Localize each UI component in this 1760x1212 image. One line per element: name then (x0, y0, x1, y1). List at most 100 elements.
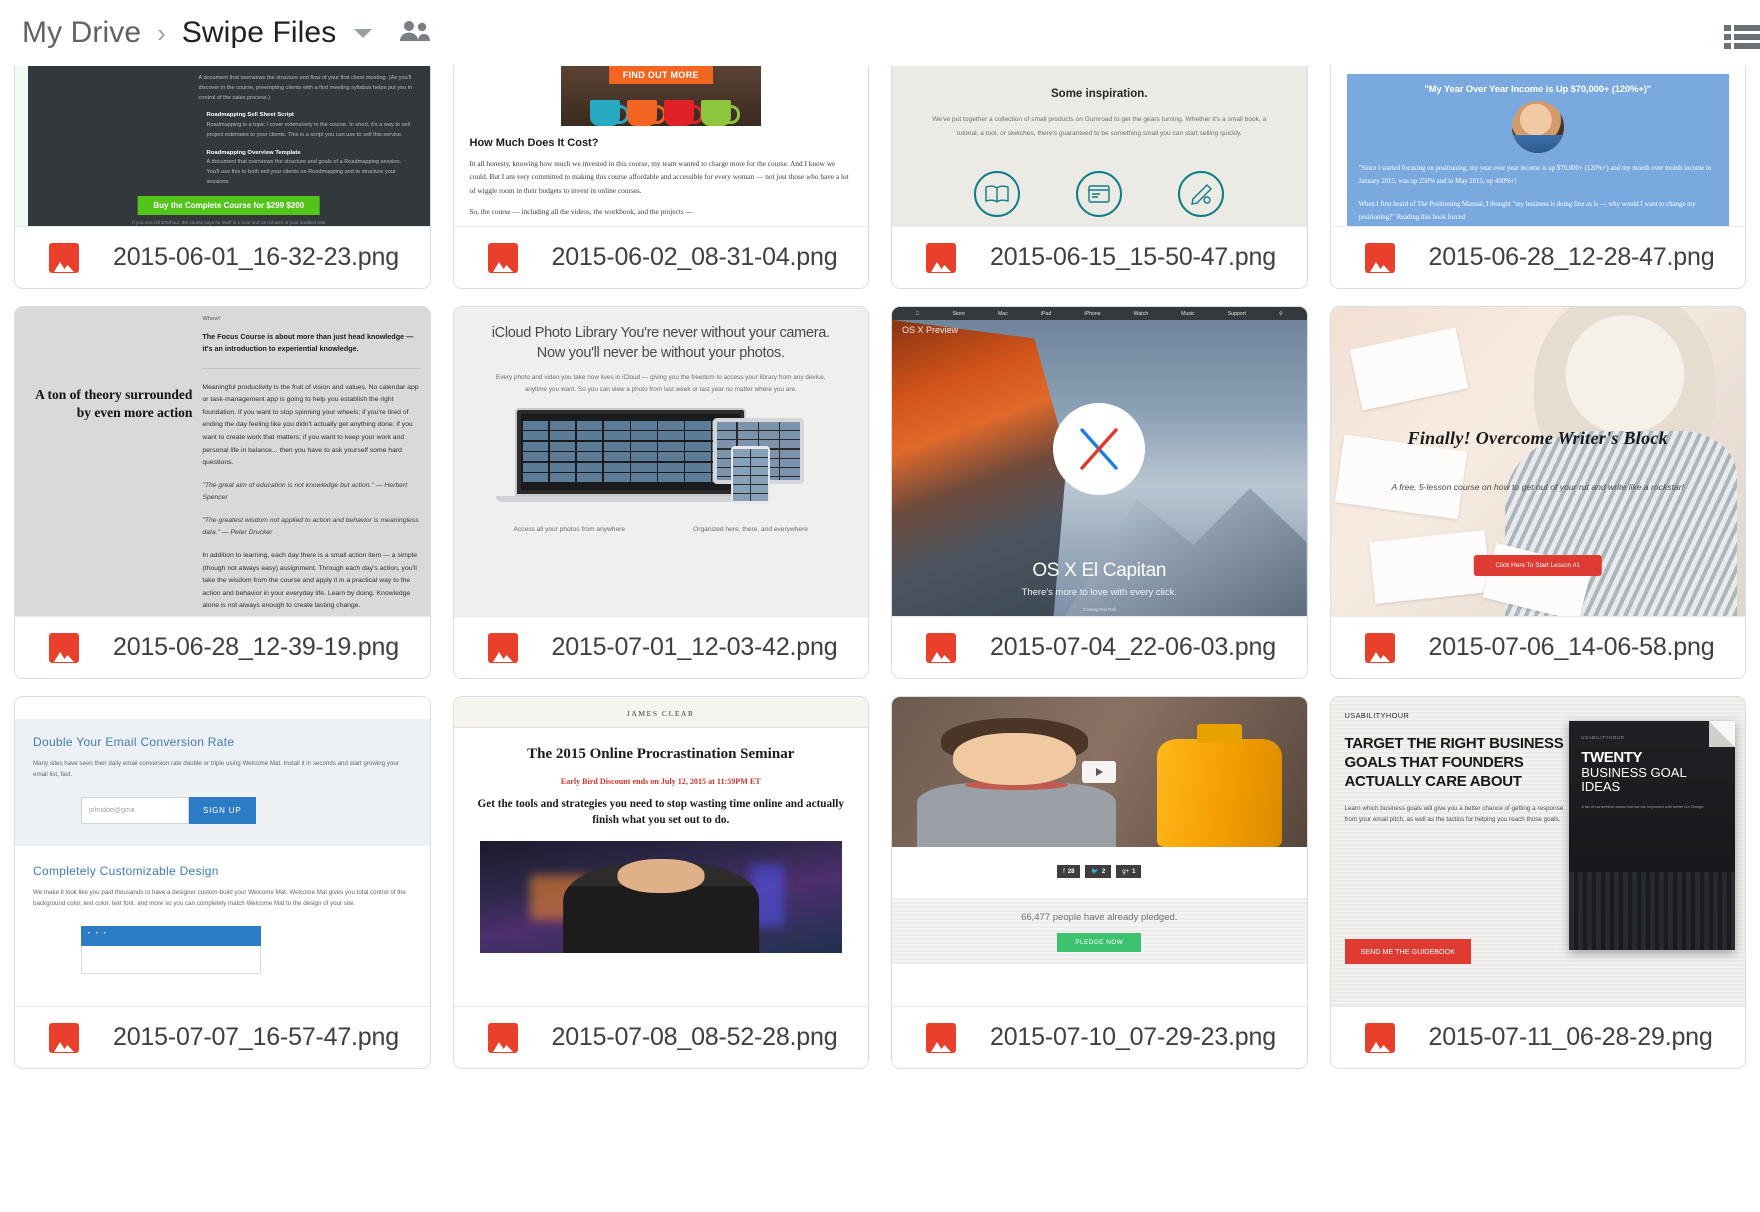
brand-name: JAMES CLEAR (627, 709, 695, 718)
send-guidebook-button: SEND ME THE GUIDEBOOK (1345, 939, 1472, 964)
file-thumbnail[interactable]: A ton of theory surrounded by even more … (15, 307, 430, 616)
avatar (1512, 101, 1564, 153)
thumb-text: Access all your photos from anywhere (514, 525, 625, 536)
start-lesson-button: Click Here To Start Lesson #1 (1474, 555, 1602, 576)
file-thumbnail[interactable]: Double Your Email Conversion Rate Many s… (15, 697, 430, 1006)
file-name: 2015-07-01_12-03-42.png (552, 633, 838, 662)
yellow-container-photo (1157, 739, 1281, 847)
file-thumbnail[interactable]: iCloud Photo Library You're never withou… (454, 307, 869, 616)
apple-logo-icon:  (916, 311, 920, 317)
thumb-heading: iCloud Photo Library You're never withou… (480, 323, 843, 363)
file-name-row[interactable]: 2015-06-28_12-28-47.png (1331, 226, 1746, 288)
file-thumbnail[interactable]: Finally! Overcome Writer's Block A free,… (1331, 307, 1746, 616)
testimonial-headline: "My Year Over Year Income is Up $70,000+… (1359, 83, 1718, 94)
file-name-row[interactable]: 2015-06-01_16-32-23.png (15, 226, 430, 288)
file-card[interactable]: f 28 🐦 2 g+ 1 66,477 people have already… (891, 696, 1308, 1069)
file-thumbnail[interactable]: "My Year Over Year Income is Up $70,000+… (1331, 66, 1746, 226)
ebook-cover: USABILITYHOUR TWENTY BUSINESS GOAL IDEAS… (1569, 721, 1735, 950)
image-file-icon (1365, 633, 1395, 663)
nav-item: Support (1228, 311, 1246, 317)
breadcrumb-swipe-files[interactable]: Swipe Files (182, 16, 336, 50)
google-plus-icon: g+ 1 (1116, 865, 1141, 878)
file-thumbnail[interactable]: JAMES CLEAR The 2015 Online Procrastinat… (454, 697, 869, 1006)
thumb-text: There's more to love with every click. (892, 587, 1307, 598)
list-view-icon[interactable] (1722, 22, 1760, 57)
file-card[interactable]: Finally! Overcome Writer's Block A free,… (1330, 306, 1747, 679)
file-card[interactable]: A document that overviews the structure … (14, 66, 431, 289)
file-thumbnail[interactable]: A document that overviews the structure … (15, 66, 430, 226)
file-card[interactable]: "My Year Over Year Income is Up $70,000+… (1330, 66, 1747, 289)
nav-item: Mac (998, 311, 1008, 317)
file-name-row[interactable]: 2015-07-01_12-03-42.png (454, 616, 869, 678)
nav-item: Store (953, 311, 965, 317)
thumb-heading: A ton of theory surrounded by even more … (24, 386, 192, 422)
file-name-row[interactable]: 2015-07-06_14-06-58.png (1331, 616, 1746, 678)
thumb-text: In all honesty, knowing how much we inve… (470, 157, 853, 197)
campaign-video (892, 697, 1307, 847)
share-count: 1 (1132, 869, 1135, 875)
file-name: 2015-07-11_06-28-29.png (1429, 1023, 1713, 1052)
thumb-text: "Since I started focusing on positioning… (1359, 162, 1718, 189)
image-file-icon (488, 633, 518, 663)
nav-item: iPhone (1084, 311, 1100, 317)
thumb-text: Roadmapping Overview Template (207, 150, 301, 156)
image-file-icon (49, 1023, 79, 1053)
os-x-logo-icon (1053, 403, 1145, 495)
thumb-text: In addition to learning, each day there … (202, 550, 420, 613)
pencil-icon (1178, 171, 1224, 217)
nav-item: Music (1181, 311, 1195, 317)
thumb-heading: Finally! Overcome Writer's Block (1331, 428, 1746, 449)
coffee-cups-image (561, 100, 761, 126)
app-header: My Drive › Swipe Files (0, 0, 1760, 66)
thumb-text: "The great aim of education is not knowl… (202, 480, 420, 505)
file-name-row[interactable]: 2015-07-11_06-28-29.png (1331, 1006, 1746, 1068)
book-description: A list of conversion ideas that can be i… (1581, 804, 1723, 811)
image-file-icon (1365, 243, 1395, 273)
brand-name-light: HOUR (1386, 711, 1409, 720)
file-name-row[interactable]: 2015-07-07_16-57-47.png (15, 1006, 430, 1068)
file-card[interactable]: iCloud Photo Library You're never withou… (453, 306, 870, 679)
file-card[interactable]: JAMES CLEAR The 2015 Online Procrastinat… (453, 696, 870, 1069)
file-name: 2015-06-02_08-31-04.png (552, 243, 838, 272)
thumb-text: Early Bird Discount ends on July 12, 201… (454, 777, 869, 786)
thumb-text: "The greatest wisdom not applied to acti… (202, 515, 420, 540)
file-name-row[interactable]: 2015-06-02_08-31-04.png (454, 226, 869, 288)
file-grid-row-2: A ton of theory surrounded by even more … (0, 306, 1760, 679)
breadcrumb-my-drive[interactable]: My Drive (22, 16, 141, 50)
file-thumbnail[interactable]:  Store Mac iPad iPhone Watch Music Supp… (892, 307, 1307, 616)
file-card[interactable]: A ton of theory surrounded by even more … (14, 306, 431, 679)
thumb-text: Get the tools and strategies you need to… (474, 796, 849, 828)
thumb-text: Roadmapping Sell Sheet Script (207, 112, 294, 118)
book-icon (974, 171, 1020, 217)
thumb-heading: OS X El Capitan (892, 560, 1307, 582)
file-card[interactable]: Some inspiration. We've put together a c… (891, 66, 1308, 289)
twitter-icon: 🐦 2 (1085, 865, 1111, 878)
file-thumbnail[interactable]: USABILITYHOUR TARGET THE RIGHT BUSINESS … (1331, 697, 1746, 1006)
image-file-icon (926, 1023, 956, 1053)
chevron-down-icon[interactable] (354, 29, 372, 38)
file-thumbnail[interactable]: FIND OUT MORE How Much Does It Cost? In … (454, 66, 869, 226)
file-name: 2015-07-08_08-52-28.png (552, 1023, 838, 1052)
file-card[interactable]: FIND OUT MORE How Much Does It Cost? In … (453, 66, 870, 289)
thumb-heading: Double Your Email Conversion Rate (33, 735, 412, 749)
file-name-row[interactable]: 2015-06-28_12-39-19.png (15, 616, 430, 678)
file-name: 2015-07-06_14-06-58.png (1429, 633, 1715, 662)
file-card[interactable]:  Store Mac iPad iPhone Watch Music Supp… (891, 306, 1308, 679)
file-card[interactable]: USABILITYHOUR TARGET THE RIGHT BUSINESS … (1330, 696, 1747, 1069)
file-name: 2015-07-10_07-29-23.png (990, 1023, 1276, 1052)
thumb-text: Organized here, there, and everywhere (693, 525, 808, 536)
nav-item: iPad (1041, 311, 1051, 317)
file-card[interactable]: Double Your Email Conversion Rate Many s… (14, 696, 431, 1069)
file-thumbnail[interactable]: Some inspiration. We've put together a c… (892, 66, 1307, 226)
file-name-row[interactable]: 2015-06-15_15-50-47.png (892, 226, 1307, 288)
file-name-row[interactable]: 2015-07-10_07-29-23.png (892, 1006, 1307, 1068)
thumb-heading: Completely Customizable Design (33, 864, 412, 878)
file-name-row[interactable]: 2015-07-08_08-52-28.png (454, 1006, 869, 1068)
file-name: 2015-06-01_16-32-23.png (113, 243, 399, 272)
file-name-row[interactable]: 2015-07-04_22-06-03.png (892, 616, 1307, 678)
people-icon[interactable] (398, 19, 432, 48)
search-icon: ⚲ (1279, 311, 1283, 317)
buy-course-button: Buy the Complete Course for $299 $200 (137, 196, 320, 215)
file-thumbnail[interactable]: f 28 🐦 2 g+ 1 66,477 people have already… (892, 697, 1307, 1006)
pledge-count: 66,477 people have already pledged. (892, 912, 1307, 923)
